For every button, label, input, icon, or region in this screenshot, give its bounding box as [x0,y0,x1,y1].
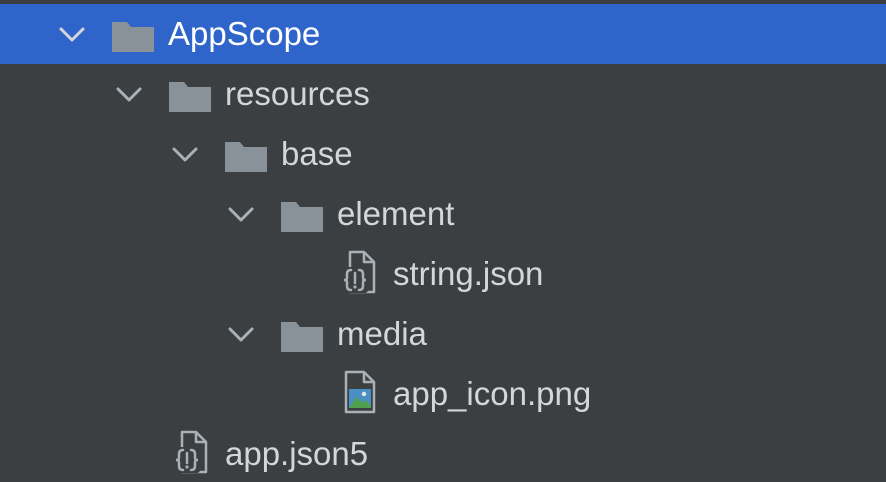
folder-icon [281,322,323,352]
json-file-icon [174,430,208,474]
folder-icon [281,202,323,232]
tree-item-label: element [337,195,455,232]
tree-item-appscope[interactable]: AppScope [0,4,886,64]
tree-item-media[interactable]: media [0,304,886,364]
tree-item-label: media [337,315,427,352]
tree-item-app-json5[interactable]: app.json5 [0,424,886,482]
tree-item-app-icon-png[interactable]: app_icon.png [0,364,886,424]
folder-icon [225,142,267,172]
chevron-down-icon[interactable] [114,84,144,104]
tree-item-string-json[interactable]: string.json [0,244,886,304]
image-file-icon [344,370,376,414]
chevron-down-icon[interactable] [226,324,256,344]
tree-item-base[interactable]: base [0,124,886,184]
tree-item-label: base [281,135,353,172]
chevron-down-icon[interactable] [170,144,200,164]
chevron-down-icon[interactable] [57,24,87,44]
json-file-icon [342,250,376,294]
tree-item-label: AppScope [168,15,321,52]
project-tree: AppScope resources base element string.j… [0,0,886,482]
tree-item-label: resources [225,75,370,112]
tree-item-label: string.json [393,255,544,292]
chevron-down-icon[interactable] [226,204,256,224]
tree-item-element[interactable]: element [0,184,886,244]
tree-item-label: app.json5 [225,435,369,472]
tree-item-resources[interactable]: resources [0,64,886,124]
folder-icon [112,22,154,52]
folder-icon [169,82,211,112]
tree-item-label: app_icon.png [393,375,592,412]
